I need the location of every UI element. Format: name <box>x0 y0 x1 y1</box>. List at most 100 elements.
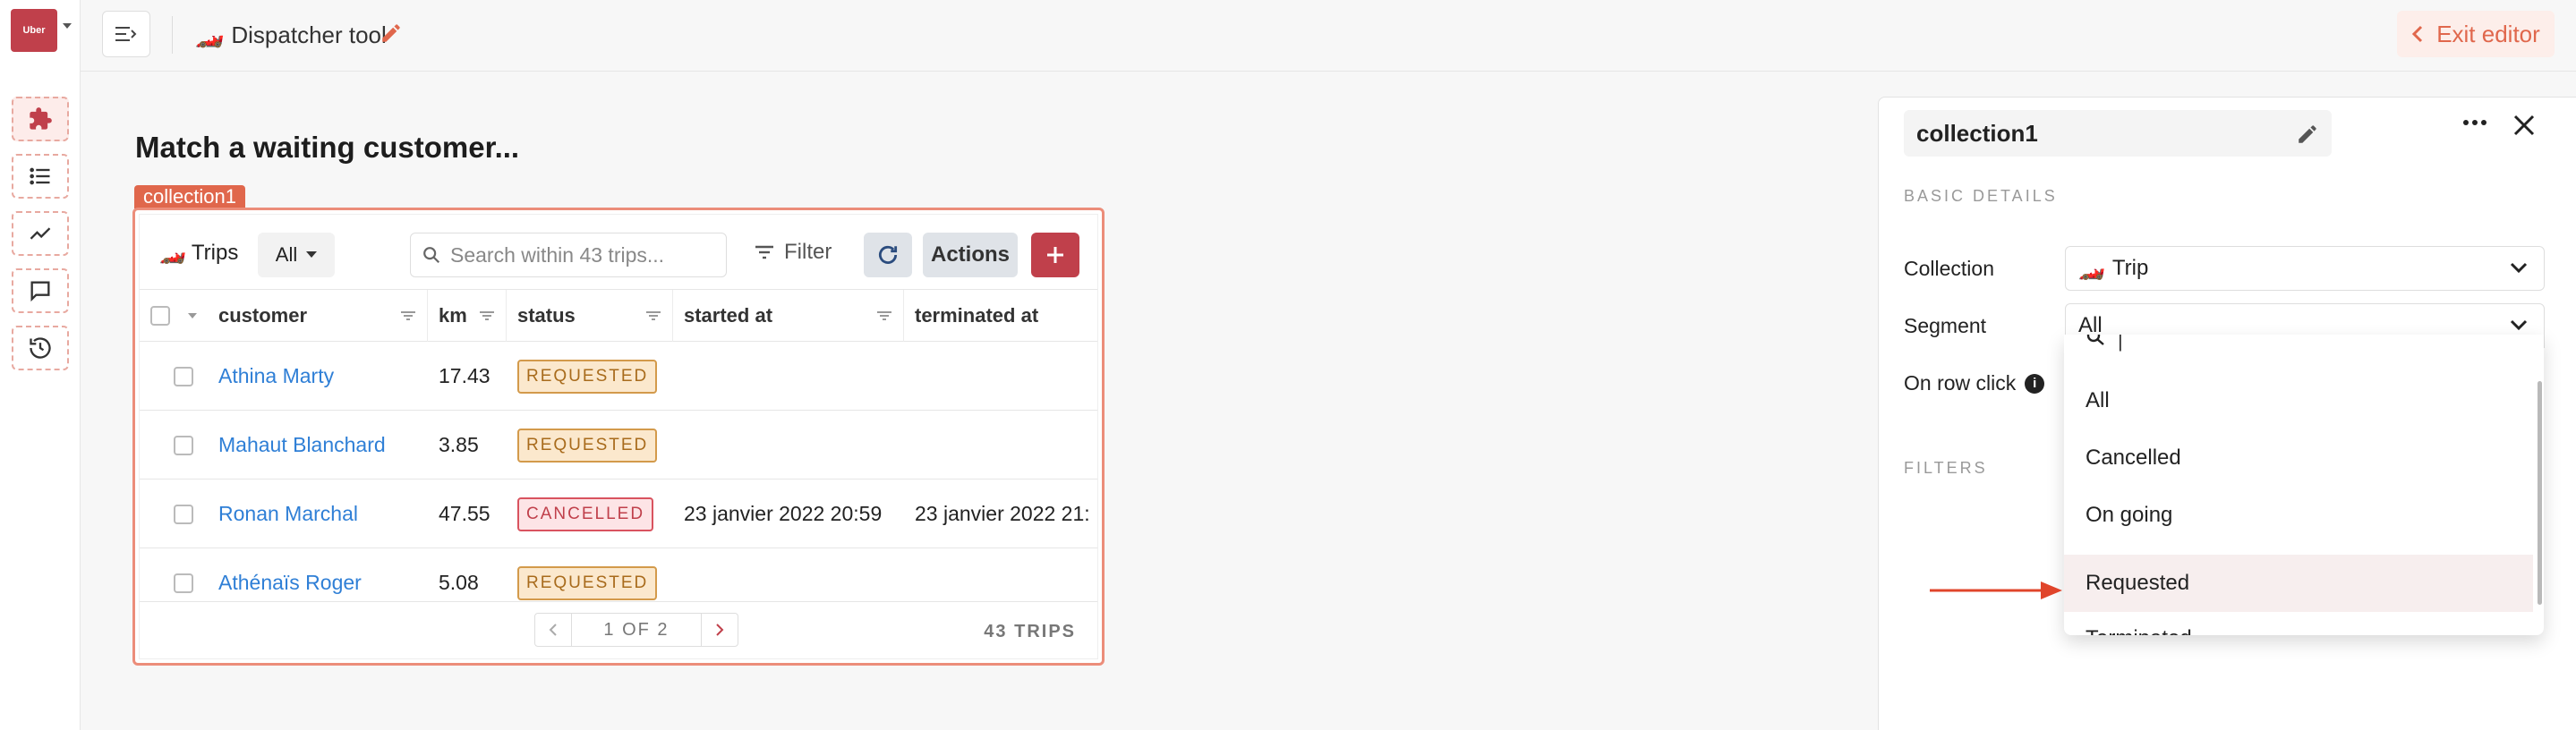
column-label: km <box>439 304 467 327</box>
status-badge: CANCELLED <box>517 497 654 531</box>
column-label: customer <box>218 304 308 327</box>
info-icon[interactable]: i <box>2025 373 2045 394</box>
table-toolbar: 🏎️ Trips All Search within 43 trips... F… <box>140 215 1097 290</box>
refresh-button[interactable] <box>864 233 912 277</box>
segment-selector[interactable]: All <box>258 233 335 277</box>
dropdown-option-highlighted[interactable]: Requested <box>2064 555 2533 612</box>
more-options-icon[interactable] <box>2462 119 2487 126</box>
pencil-icon[interactable] <box>2296 123 2319 146</box>
dropdown-search-value: | <box>2118 335 2123 352</box>
component-name-field[interactable]: collection1 <box>1904 110 2332 157</box>
history-icon <box>30 337 51 359</box>
km-cell: 3.85 <box>439 433 479 456</box>
row-checkbox-cell[interactable] <box>163 342 208 411</box>
sidebar-item-components[interactable] <box>12 97 69 141</box>
sidebar-item-history[interactable] <box>12 326 69 370</box>
customer-cell[interactable]: Mahaut Blanchard <box>208 411 428 480</box>
dropdown-scrollbar[interactable] <box>2538 381 2542 605</box>
rename-app-button[interactable] <box>380 21 403 49</box>
car-emoji-icon: 🏎️ <box>2078 256 2105 281</box>
app-title: 🏎️ Dispatcher tool <box>195 21 387 49</box>
row-checkbox-cell[interactable] <box>163 411 208 480</box>
close-icon[interactable] <box>2512 114 2536 137</box>
status-badge: REQUESTED <box>517 359 658 394</box>
add-record-button[interactable] <box>1031 233 1079 277</box>
chevron-left-icon <box>549 624 557 636</box>
dropdown-option[interactable]: Terminated <box>2064 610 2533 635</box>
dropdown-option[interactable]: All <box>2064 372 2533 429</box>
started-at-cell: 23 janvier 2022 20:59 <box>684 502 883 525</box>
collection-tag[interactable]: collection1 <box>134 185 245 208</box>
on-row-click-label: On row click i <box>1904 371 2045 395</box>
row-checkbox-cell[interactable] <box>163 480 208 548</box>
logo-caret-icon[interactable] <box>63 23 72 29</box>
caret-down-icon[interactable] <box>188 313 197 318</box>
sidebar-item-analytics[interactable] <box>12 211 69 256</box>
column-label: started at <box>684 304 773 327</box>
row-checkbox[interactable] <box>174 435 193 455</box>
sort-icon[interactable] <box>400 310 416 321</box>
previous-page-button[interactable] <box>535 614 571 646</box>
terminated-at-cell <box>904 411 1102 480</box>
sidebar-item-list[interactable] <box>12 154 69 199</box>
pencil-icon <box>382 24 400 42</box>
row-checkbox[interactable] <box>174 573 193 593</box>
on-row-click-text: On row click <box>1904 371 2017 395</box>
terminated-at-cell: 23 janvier 2022 21: <box>915 502 1090 525</box>
sort-icon[interactable] <box>645 310 661 321</box>
column-header-customer[interactable]: customer <box>208 290 428 342</box>
table-row[interactable]: Mahaut Blanchard 3.85 REQUESTED <box>140 411 1097 480</box>
actions-button[interactable]: Actions <box>923 233 1018 277</box>
column-header-km[interactable]: km <box>428 290 507 342</box>
sort-icon[interactable] <box>876 310 892 321</box>
status-badge: REQUESTED <box>517 428 658 463</box>
segment-selector-value: All <box>275 243 298 266</box>
dropdown-option[interactable]: Cancelled <box>2064 429 2533 487</box>
collection-component[interactable]: 🏎️ Trips All Search within 43 trips... F… <box>132 208 1105 666</box>
search-icon <box>423 247 440 264</box>
chat-icon <box>30 281 50 302</box>
list-icon <box>30 167 50 185</box>
collection-select-value: Trip <box>2111 256 2149 280</box>
terminated-at-cell <box>904 342 1102 411</box>
table-footer: 1 OF 2 43 TRIPS <box>140 601 1097 658</box>
column-label: status <box>517 304 576 327</box>
column-header-terminated-at[interactable]: terminated at <box>904 290 1102 342</box>
annotation-arrow-icon <box>1930 581 2062 599</box>
row-checkbox[interactable] <box>174 504 193 524</box>
sidebar-item-messages[interactable] <box>12 268 69 313</box>
dropdown-search-input[interactable]: | <box>2086 335 2123 352</box>
customer-cell[interactable]: Ronan Marchal <box>208 480 428 548</box>
filter-button[interactable]: Filter <box>754 240 832 265</box>
collection-select[interactable]: 🏎️ Trip <box>2065 246 2545 291</box>
status-cell: REQUESTED <box>507 411 673 480</box>
car-emoji-icon: 🏎️ <box>159 241 186 265</box>
chevron-left-icon <box>2412 25 2423 43</box>
sort-icon[interactable] <box>479 310 495 321</box>
menu-collapse-icon <box>115 27 137 41</box>
record-count: 43 TRIPS <box>984 622 1076 641</box>
table-row[interactable]: Ronan Marchal 47.55 CANCELLED 23 janvier… <box>140 480 1097 548</box>
customer-cell[interactable]: Athina Marty <box>208 342 428 411</box>
column-header-started-at[interactable]: started at <box>673 290 904 342</box>
started-at-cell <box>673 411 904 480</box>
next-page-button[interactable] <box>702 614 738 646</box>
segment-label: Segment <box>1904 314 1987 337</box>
topbar-divider <box>172 16 173 54</box>
table-row[interactable]: Athina Marty 17.43 REQUESTED <box>140 342 1097 411</box>
dropdown-option[interactable]: On going <box>2064 487 2533 544</box>
logo-text: Uber <box>22 25 46 36</box>
row-checkbox[interactable] <box>174 366 193 386</box>
select-all-cell[interactable] <box>140 290 208 342</box>
exit-editor-button[interactable]: Exit editor <box>2397 11 2555 57</box>
column-header-status[interactable]: status <box>507 290 673 342</box>
chevron-down-icon <box>2510 262 2528 274</box>
km-cell: 17.43 <box>439 364 490 387</box>
segment-dropdown-menu: | All Cancelled On going Requested Termi… <box>2064 335 2544 635</box>
app-logo[interactable]: Uber <box>11 9 57 52</box>
puzzle-icon <box>30 107 52 130</box>
km-cell: 47.55 <box>439 502 490 525</box>
select-all-checkbox[interactable] <box>150 306 170 326</box>
toggle-sidebar-button[interactable] <box>102 11 150 57</box>
search-input[interactable]: Search within 43 trips... <box>410 233 727 277</box>
